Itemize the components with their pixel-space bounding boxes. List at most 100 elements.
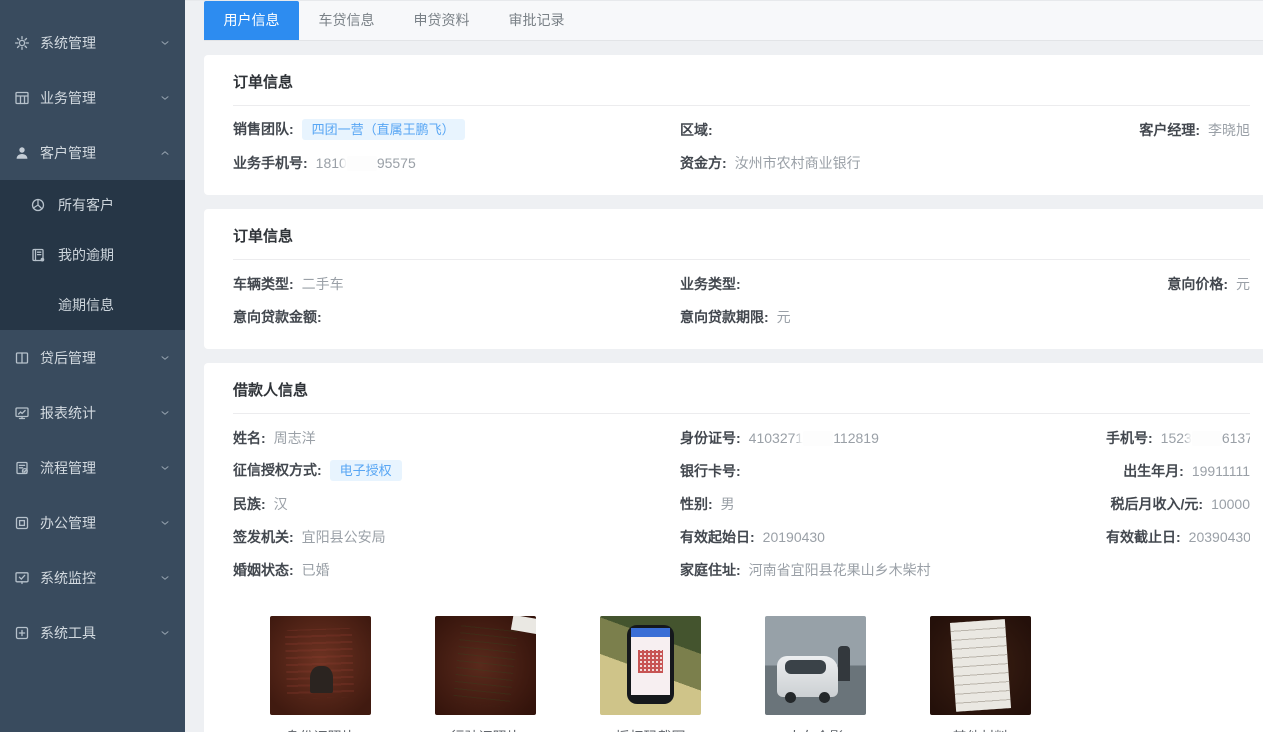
photo-art	[631, 628, 669, 637]
field-cell: 业务类型:	[680, 274, 1106, 294]
field-label: 客户经理:	[1139, 122, 1200, 138]
field-cell: 意向贷款金额:	[233, 307, 680, 327]
field-label: 征信授权方式:	[233, 462, 322, 478]
sidebar-item-label: 报表统计	[40, 403, 96, 423]
chevron-down-icon	[159, 352, 171, 364]
field-label: 业务手机号:	[233, 155, 308, 171]
photo-thumb[interactable]	[435, 616, 536, 715]
field-label: 有效起始日:	[680, 529, 755, 545]
sidebar-item[interactable]: 客户管理	[0, 125, 185, 180]
sidebar-item-label: 系统工具	[40, 623, 96, 643]
field-cell: 区域:	[680, 120, 1106, 140]
photo-item: 身份证照片	[270, 616, 371, 732]
field-label: 意向贷款金额:	[233, 309, 322, 325]
photo-art	[638, 650, 662, 674]
redacted-blur	[1192, 431, 1222, 446]
field-label: 销售团队:	[233, 121, 294, 137]
box-plus-icon	[14, 625, 30, 641]
field-value: 10000	[1211, 496, 1250, 512]
field-value: 周志洋	[274, 430, 316, 446]
field-value: 15236137	[1161, 430, 1250, 446]
photo-item: 人车合影	[765, 616, 866, 732]
card-rows: 车辆类型:二手车业务类型:意向价格:元意向贷款金额:意向贷款期限:元	[233, 260, 1250, 333]
photo-thumb[interactable]	[270, 616, 371, 715]
main-content: 用户信息车贷信息申贷资料审批记录 订单信息 销售团队: 四团一营（直属王鹏飞） 区域:…	[185, 0, 1263, 732]
sidebar-item[interactable]: 报表统计	[0, 385, 185, 440]
photo-thumb[interactable]	[765, 616, 866, 715]
photo-thumb[interactable]	[600, 616, 701, 715]
field-label: 姓名:	[233, 430, 266, 446]
card-title: 订单信息	[233, 225, 1250, 260]
sidebar-subitem[interactable]: 逾期信息	[0, 280, 185, 330]
field-value: 男	[721, 496, 735, 512]
field-cell: 车辆类型:二手车	[233, 274, 680, 294]
field-label: 家庭住址:	[680, 562, 741, 578]
field-cell: 意向价格:元	[1106, 274, 1250, 294]
sidebar-item[interactable]: 流程管理	[0, 440, 185, 495]
info-card: 借款人信息姓名:周志洋身份证号:4103271112819手机号:1523613…	[204, 363, 1263, 732]
sidebar-item-label: 业务管理	[40, 88, 96, 108]
field-tag[interactable]: 四团一营（直属王鹏飞）	[302, 119, 465, 141]
sidebar-subitem-label: 我的逾期	[58, 245, 114, 265]
cards-container: 订单信息 销售团队: 四团一营（直属王鹏飞） 区域: 客户经理:李晓旭业务手机号: 181…	[185, 41, 1263, 732]
sidebar-item[interactable]: 系统管理	[0, 15, 185, 70]
chevron-down-icon	[159, 407, 171, 419]
photo-item: 其他材料	[930, 616, 1031, 732]
chevron-down-icon	[159, 37, 171, 49]
field-value: 宜阳县公安局	[302, 529, 386, 545]
chevron-down-icon	[159, 92, 171, 104]
sidebar-item[interactable]: 贷后管理	[0, 330, 185, 385]
photo-item: 授权码截图	[600, 616, 701, 732]
field-cell: 婚姻状态:已婚	[233, 560, 680, 580]
field-cell: 资金方:汝州市农村商业银行	[680, 153, 1106, 173]
sidebar-subitem[interactable]: 我的逾期	[0, 230, 185, 280]
sidebar-subitem-label: 逾期信息	[58, 295, 114, 315]
field-value: 20190430	[763, 529, 825, 545]
field-row: 征信授权方式:电子授权银行卡号:出生年月:19911111	[233, 454, 1250, 487]
sidebar-item[interactable]: 系统工具	[0, 605, 185, 660]
field-row: 签发机关:宜阳县公安局有效起始日:20190430有效截止日:20390430	[233, 520, 1250, 553]
field-label: 区域:	[680, 122, 713, 138]
field-row: 车辆类型:二手车业务类型: 意向价格:元	[233, 267, 1250, 300]
field-value: 二手车	[302, 276, 344, 292]
field-tag[interactable]: 电子授权	[330, 460, 402, 482]
tab-bar: 用户信息车贷信息申贷资料审批记录	[204, 1, 1263, 41]
field-cell: 税后月收入/元: 10000	[1106, 494, 1250, 514]
tab-item[interactable]: 申贷资料	[394, 1, 489, 40]
field-cell: 业务手机号: 181095575	[233, 153, 680, 173]
photo-art	[785, 692, 796, 703]
redacted-blur	[347, 156, 377, 171]
sidebar-item[interactable]: 业务管理	[0, 70, 185, 125]
photo-art	[950, 619, 1011, 712]
photo-caption: 授权码截图	[616, 727, 686, 732]
sidebar-subitem-label: 所有客户	[58, 195, 114, 215]
tab-active[interactable]: 用户信息	[204, 1, 299, 40]
card-rows: 姓名:周志洋身份证号:4103271112819手机号:15236137征信授权…	[233, 414, 1250, 586]
tab-item[interactable]: 车贷信息	[299, 1, 394, 40]
field-row: 民族:汉性别:男税后月收入/元:10000	[233, 487, 1250, 520]
sidebar-item-label: 贷后管理	[40, 348, 96, 368]
sidebar-item-label: 办公管理	[40, 513, 96, 533]
field-label: 性别:	[680, 496, 713, 512]
flow-check-icon	[14, 460, 30, 476]
redacted-blur	[803, 431, 833, 446]
field-row: 销售团队: 四团一营（直属王鹏飞） 区域: 客户经理:李晓旭	[233, 113, 1250, 146]
photo-strip: 身份证照片行驶证照片授权码截图人车合影其他材料	[233, 586, 1250, 732]
sidebar-item[interactable]: 系统监控	[0, 550, 185, 605]
sidebar-item-label: 系统管理	[40, 33, 96, 53]
field-label: 税后月收入/元:	[1111, 496, 1204, 512]
field-value: 4103271112819	[749, 430, 879, 446]
sidebar-item[interactable]: 办公管理	[0, 495, 185, 550]
field-cell: 客户经理:李晓旭	[1106, 120, 1250, 140]
sidebar-item-label: 系统监控	[40, 568, 96, 588]
field-row: 婚姻状态:已婚家庭住址:河南省宜阳县花果山乡木柴村	[233, 553, 1250, 586]
field-label: 业务类型:	[680, 276, 741, 292]
field-value: 181095575	[316, 155, 416, 171]
photo-caption: 其他材料	[953, 727, 1009, 732]
notebook-icon	[30, 247, 46, 263]
sidebar: 系统管理业务管理客户管理所有客户我的逾期逾期信息贷后管理报表统计流程管理办公管理…	[0, 0, 185, 732]
photo-thumb[interactable]	[930, 616, 1031, 715]
chevron-down-icon	[159, 627, 171, 639]
sidebar-subitem[interactable]: 所有客户	[0, 180, 185, 230]
tab-item[interactable]: 审批记录	[489, 1, 584, 40]
